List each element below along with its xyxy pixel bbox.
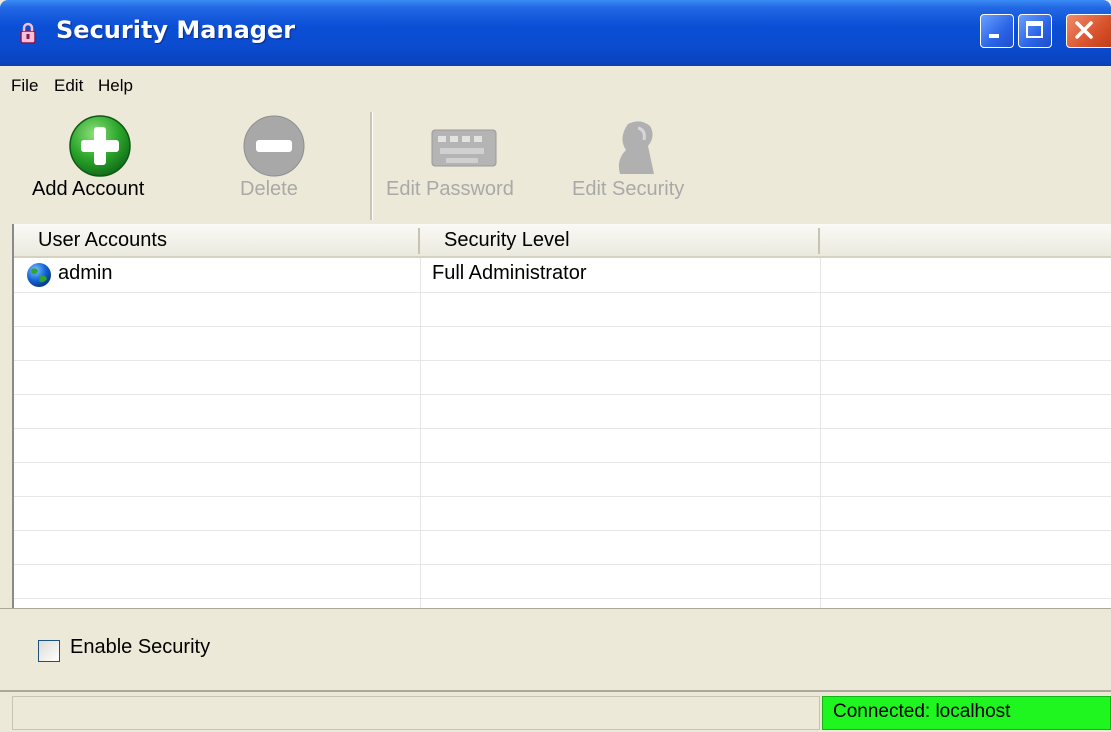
grid-line [820,258,821,608]
status-panel-empty [12,696,820,730]
menu-file[interactable]: File [11,76,38,96]
toolbar: Add Account Delete Edit Password Edit Se… [0,104,1111,224]
edit-security-button[interactable]: Edit Security [568,104,718,220]
edit-password-label: Edit Password [386,178,514,200]
edit-password-button[interactable]: Edit Password [384,104,554,220]
user-accounts-list[interactable]: User Accounts Security Level admin Full … [12,224,1111,608]
grid-line [14,428,1111,429]
security-level: Full Administrator [432,262,587,284]
grid-line [14,530,1111,531]
column-header-empty[interactable] [820,224,1111,258]
grid-line [420,258,421,608]
add-icon [69,115,131,177]
grid-line [14,326,1111,327]
menu-bar: File Edit Help [0,66,1111,104]
grid-line [14,564,1111,565]
close-button[interactable] [1066,14,1111,48]
globe-icon [27,263,51,287]
window-title: Security Manager [56,16,296,44]
account-name: admin [58,262,113,284]
title-bar[interactable]: Security Manager [0,0,1111,66]
add-account-button[interactable]: Add Account [30,104,170,220]
edit-security-label: Edit Security [572,178,685,200]
security-manager-window: Security Manager File Edit Help Add Acco… [0,0,1111,732]
minimize-button[interactable] [980,14,1014,48]
table-row[interactable]: admin Full Administrator [14,258,1111,292]
delete-label: Delete [240,178,298,200]
connection-status: Connected: localhost [822,696,1111,730]
enable-security-label[interactable]: Enable Security [70,636,210,659]
column-header-security-level-label: Security Level [444,229,570,251]
add-account-label: Add Account [32,178,145,200]
grid-line [14,292,1111,293]
grid-line [14,360,1111,361]
menu-edit[interactable]: Edit [54,76,83,96]
menu-help[interactable]: Help [98,76,133,96]
close-icon [1075,21,1093,39]
user-security-icon [618,121,654,174]
grid-line [14,394,1111,395]
column-header-user-accounts-label: User Accounts [38,229,167,251]
enable-security-checkbox[interactable] [38,640,60,662]
minus-icon [243,115,305,177]
toolbar-separator [370,112,373,220]
grid-line [14,598,1111,599]
grid-line [14,496,1111,497]
column-header-user-accounts[interactable]: User Accounts [14,224,420,258]
column-header-security-level[interactable]: Security Level [420,224,820,258]
maximize-button[interactable] [1018,14,1052,48]
app-lock-icon [20,22,36,44]
delete-button[interactable]: Delete [220,104,330,220]
keyboard-icon [431,129,497,167]
minimize-icon [989,34,999,38]
grid-line [14,462,1111,463]
maximize-icon [1026,21,1043,38]
